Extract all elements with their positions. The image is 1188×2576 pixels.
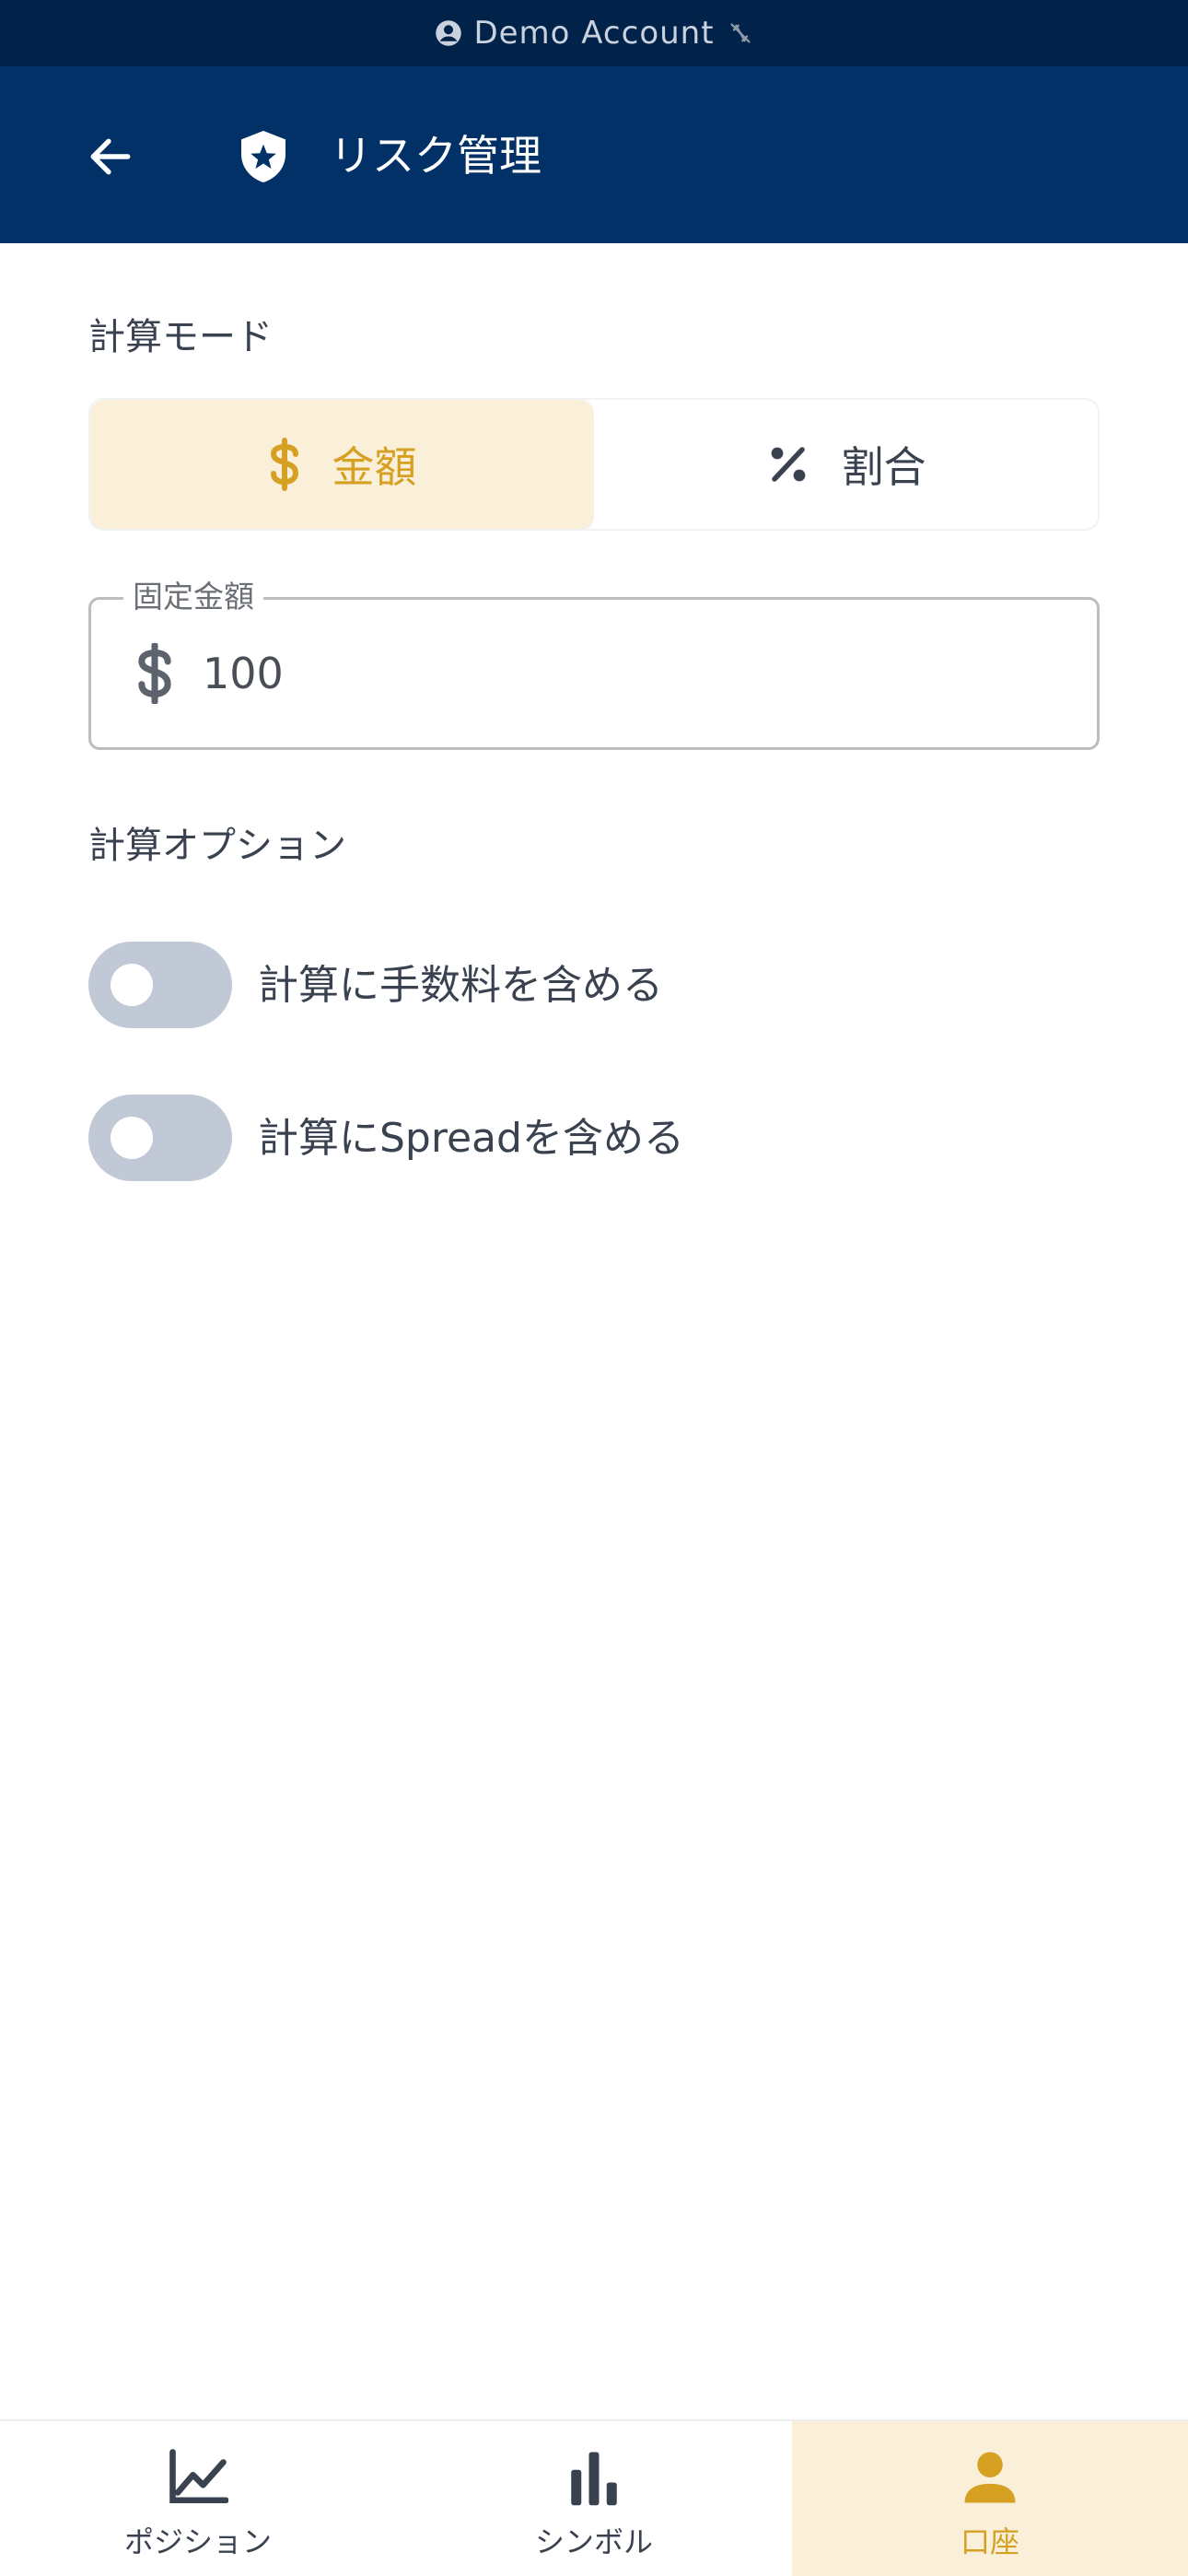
include-fee-toggle[interactable] xyxy=(88,942,232,1028)
dollar-icon xyxy=(270,438,298,491)
percent-icon xyxy=(771,447,805,482)
mode-percent-button[interactable]: 割合 xyxy=(594,400,1098,529)
line-chart-icon xyxy=(169,2449,228,2504)
dollar-icon xyxy=(138,643,171,704)
include-spread-toggle[interactable] xyxy=(88,1095,232,1181)
arrow-back-icon xyxy=(90,138,131,175)
fixed-amount-input[interactable] xyxy=(203,641,1050,706)
shield-star-icon xyxy=(241,131,285,182)
page-title: リスク管理 xyxy=(330,131,542,181)
nav-positions[interactable]: ポジション xyxy=(0,2421,396,2576)
mode-percent-label: 割合 xyxy=(841,442,926,492)
account-label: Demo Account xyxy=(473,15,715,52)
back-button[interactable] xyxy=(66,112,155,201)
nav-account-label: 口座 xyxy=(960,2524,1019,2559)
app-bar xyxy=(0,66,1188,243)
mode-amount-label: 金額 xyxy=(332,442,417,492)
nav-symbols-label: シンボル xyxy=(534,2524,653,2559)
account-status-bar: Demo Account xyxy=(0,0,1188,66)
sync-disabled-icon xyxy=(730,23,751,43)
calc-options-label: 計算オプション xyxy=(88,825,346,867)
include-fee-label: 計算に手数料を含める xyxy=(258,962,663,1009)
include-spread-label: 計算にSpreadを含める xyxy=(258,1115,684,1162)
mode-amount-button[interactable]: 金額 xyxy=(90,400,594,529)
account-circle-icon xyxy=(436,20,462,46)
fixed-amount-label: 固定金額 xyxy=(123,575,263,619)
bar-chart-icon xyxy=(571,2452,617,2506)
nav-symbols[interactable]: シンボル xyxy=(396,2421,792,2576)
toggle-knob xyxy=(111,964,153,1006)
calc-mode-segmented-control: 金額 割合 xyxy=(88,398,1100,531)
bottom-navigation: ポジション シンボル 口座 xyxy=(0,2419,1188,2576)
calc-mode-label: 計算モード xyxy=(88,316,273,358)
person-icon xyxy=(964,2452,1016,2503)
nav-positions-label: ポジション xyxy=(123,2524,272,2559)
nav-account[interactable]: 口座 xyxy=(792,2421,1188,2576)
toggle-knob xyxy=(111,1117,153,1159)
